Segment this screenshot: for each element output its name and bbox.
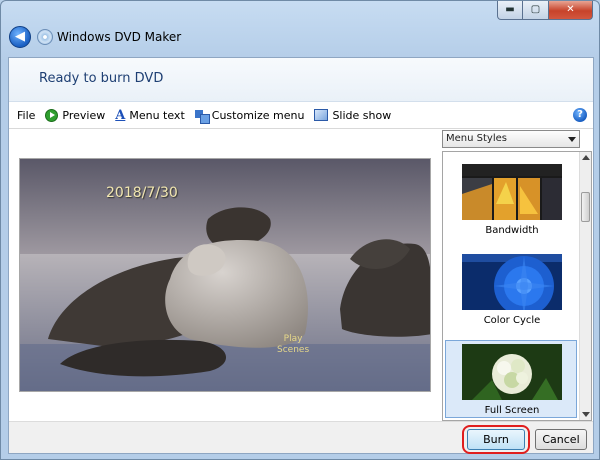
slideshow-icon (314, 109, 329, 121)
maximize-button[interactable]: ▢ (523, 1, 549, 20)
full-screen-label: Full Screen (484, 405, 540, 416)
style-item-full-screen[interactable]: Full Screen (445, 340, 577, 418)
page-title: Ready to burn DVD (39, 71, 164, 86)
dvd-disc-icon (37, 29, 53, 45)
window-title: Windows DVD Maker (57, 30, 182, 44)
menu-styles-value: Menu Styles (446, 133, 507, 144)
menu-preview: 2018/7/30 Play Scenes (19, 158, 431, 392)
close-button[interactable]: ✕ (549, 1, 593, 20)
text-a-icon: A (115, 107, 126, 123)
bandwidth-thumbnail (462, 164, 562, 220)
back-button[interactable]: ◀ (9, 26, 31, 48)
menu-styles-list[interactable]: Bandwidth Color Cycle Full Screen (442, 151, 592, 421)
customize-menu-label: Customize menu (211, 108, 305, 122)
menu-styles-dropdown[interactable]: Menu Styles (442, 130, 580, 148)
slide-show-button[interactable]: Slide show (314, 109, 391, 122)
footer-bar: Burn Cancel (9, 421, 593, 454)
play-icon (45, 108, 59, 122)
window-controls: ▬ ▢ ✕ (497, 1, 593, 20)
slide-show-label: Slide show (332, 108, 392, 122)
play-scenes-link[interactable]: Play Scenes (277, 334, 309, 356)
color-cycle-label: Color Cycle (483, 315, 541, 326)
bandwidth-label: Bandwidth (485, 225, 539, 236)
menu-text-label: Menu text (129, 108, 185, 122)
burn-button[interactable]: Burn (467, 429, 525, 450)
help-icon[interactable]: ? (573, 108, 587, 122)
style-item-bandwidth[interactable]: Bandwidth (445, 160, 577, 238)
scenes-label: Scenes (277, 345, 310, 355)
chevron-down-icon (568, 137, 576, 142)
full-screen-thumbnail (462, 344, 562, 400)
scroll-thumb[interactable] (581, 192, 590, 222)
preview-date-text: 2018/7/30 (106, 185, 178, 201)
cancel-button[interactable]: Cancel (535, 429, 587, 450)
style-item-color-cycle[interactable]: Color Cycle (445, 250, 577, 328)
customize-icon (194, 109, 210, 124)
color-cycle-thumbnail (462, 254, 562, 310)
header-band: Ready to burn DVD (9, 58, 593, 102)
preview-button[interactable]: Preview (45, 108, 106, 122)
title-bar: ◀ Windows DVD Maker ▬ ▢ ✕ (1, 1, 599, 57)
customize-menu-button[interactable]: Customize menu (194, 108, 305, 124)
dvd-maker-window: ◀ Windows DVD Maker ▬ ▢ ✕ Ready to burn … (0, 0, 600, 460)
main-content: Ready to burn DVD File Preview A Menu te… (8, 57, 594, 454)
styles-scrollbar[interactable] (579, 152, 591, 420)
scroll-up-icon[interactable] (581, 155, 590, 160)
preview-label: Preview (62, 108, 106, 122)
minimize-button[interactable]: ▬ (497, 1, 523, 20)
back-arrow-icon: ◀ (15, 29, 25, 44)
play-label: Play (283, 334, 303, 344)
scroll-down-icon[interactable] (581, 412, 590, 417)
seal-photo (20, 159, 430, 391)
menu-text-button[interactable]: A Menu text (115, 108, 185, 123)
file-menu[interactable]: File (17, 109, 35, 122)
file-menu-label: File (17, 108, 36, 122)
toolbar: File Preview A Menu text Customize menu … (9, 102, 593, 129)
